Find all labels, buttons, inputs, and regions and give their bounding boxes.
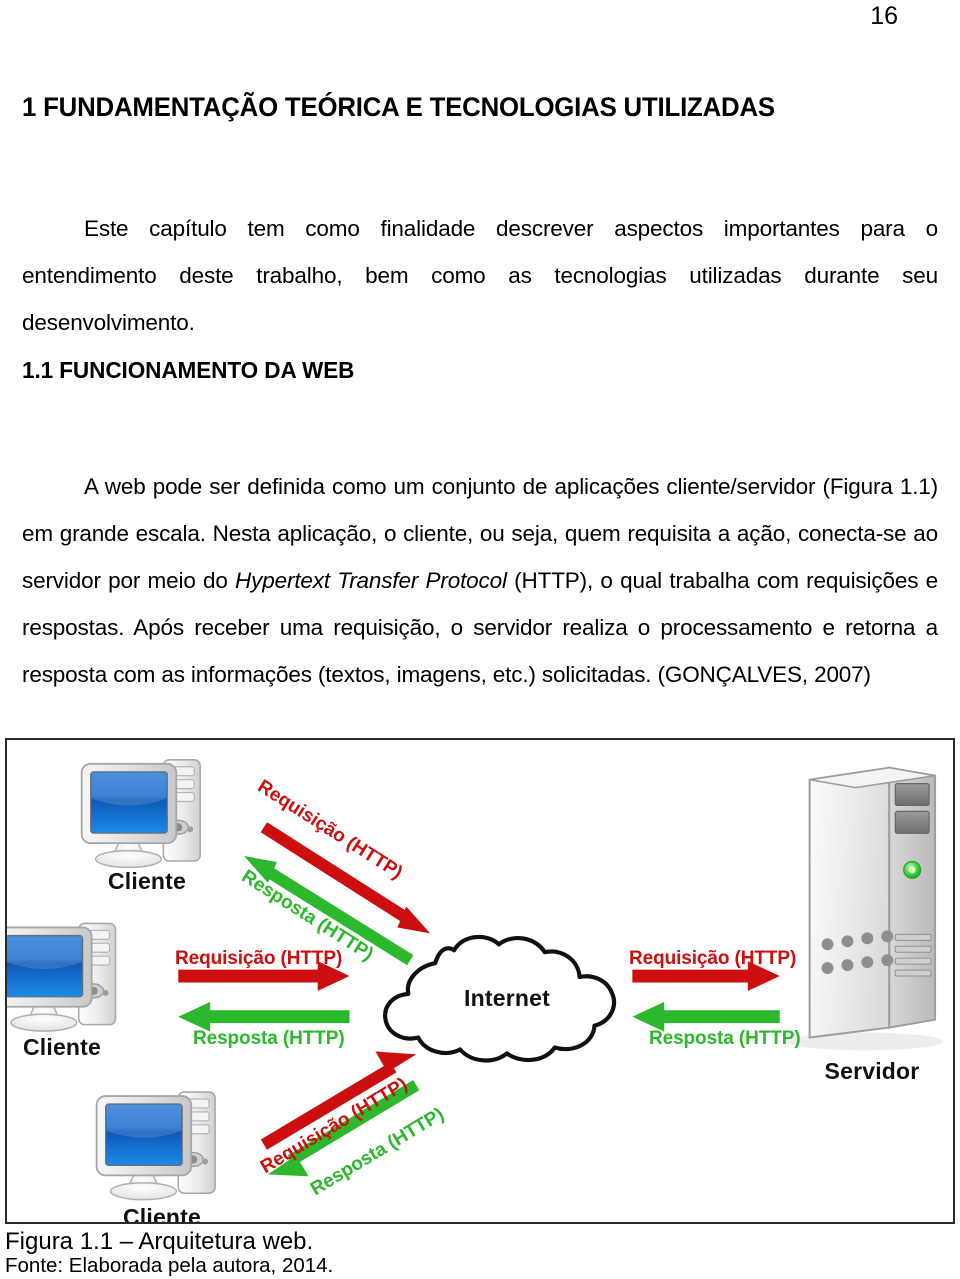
- intro-paragraph: Este capítulo tem como finalidade descre…: [22, 205, 938, 346]
- figure-caption-title: Figura 1.1 – Arquitetura web.: [5, 1228, 314, 1255]
- server-icon: [787, 766, 944, 1051]
- label-client-middle: Cliente: [22, 1034, 102, 1060]
- figure-diagram: [7, 759, 944, 1201]
- label-arrow-middle-request: Requisição (HTTP): [175, 948, 343, 969]
- client-computer-icon-top: [80, 759, 201, 869]
- section-heading-1-1: 1.1 FUNCIONAMENTO DA WEB: [22, 357, 355, 383]
- web-paragraph: A web pode ser definida como um conjunto…: [22, 463, 938, 698]
- page-number: 16: [870, 2, 898, 30]
- client-computer-icon-middle: [7, 922, 117, 1032]
- figure-caption-source: Fonte: Elaborada pela autora, 2014.: [5, 1254, 334, 1277]
- label-internet-cloud: Internet: [464, 985, 550, 1011]
- intro-paragraph-text: Este capítulo tem como finalidade descre…: [22, 215, 938, 335]
- label-server: Servidor: [824, 1058, 920, 1084]
- document-page: 16 1 FUNDAMENTAÇÃO TEÓRICA E TECNOLOGIAS…: [0, 0, 960, 1279]
- figure-architecture-web: Cliente Cliente Cliente Internet Servido…: [5, 738, 955, 1224]
- label-client-top: Cliente: [107, 868, 187, 894]
- page-title: 1 FUNDAMENTAÇÃO TEÓRICA E TECNOLOGIAS UT…: [22, 92, 775, 122]
- web-paragraph-italic-term: Hypertext Transfer Protocol: [235, 567, 507, 593]
- label-arrow-middle-response: Resposta (HTTP): [193, 1028, 345, 1049]
- label-arrow-server-response: Resposta (HTTP): [649, 1028, 801, 1049]
- client-computer-icon-bottom: [95, 1091, 216, 1201]
- label-arrow-server-request: Requisição (HTTP): [629, 948, 797, 969]
- label-client-bottom: Cliente: [122, 1204, 202, 1224]
